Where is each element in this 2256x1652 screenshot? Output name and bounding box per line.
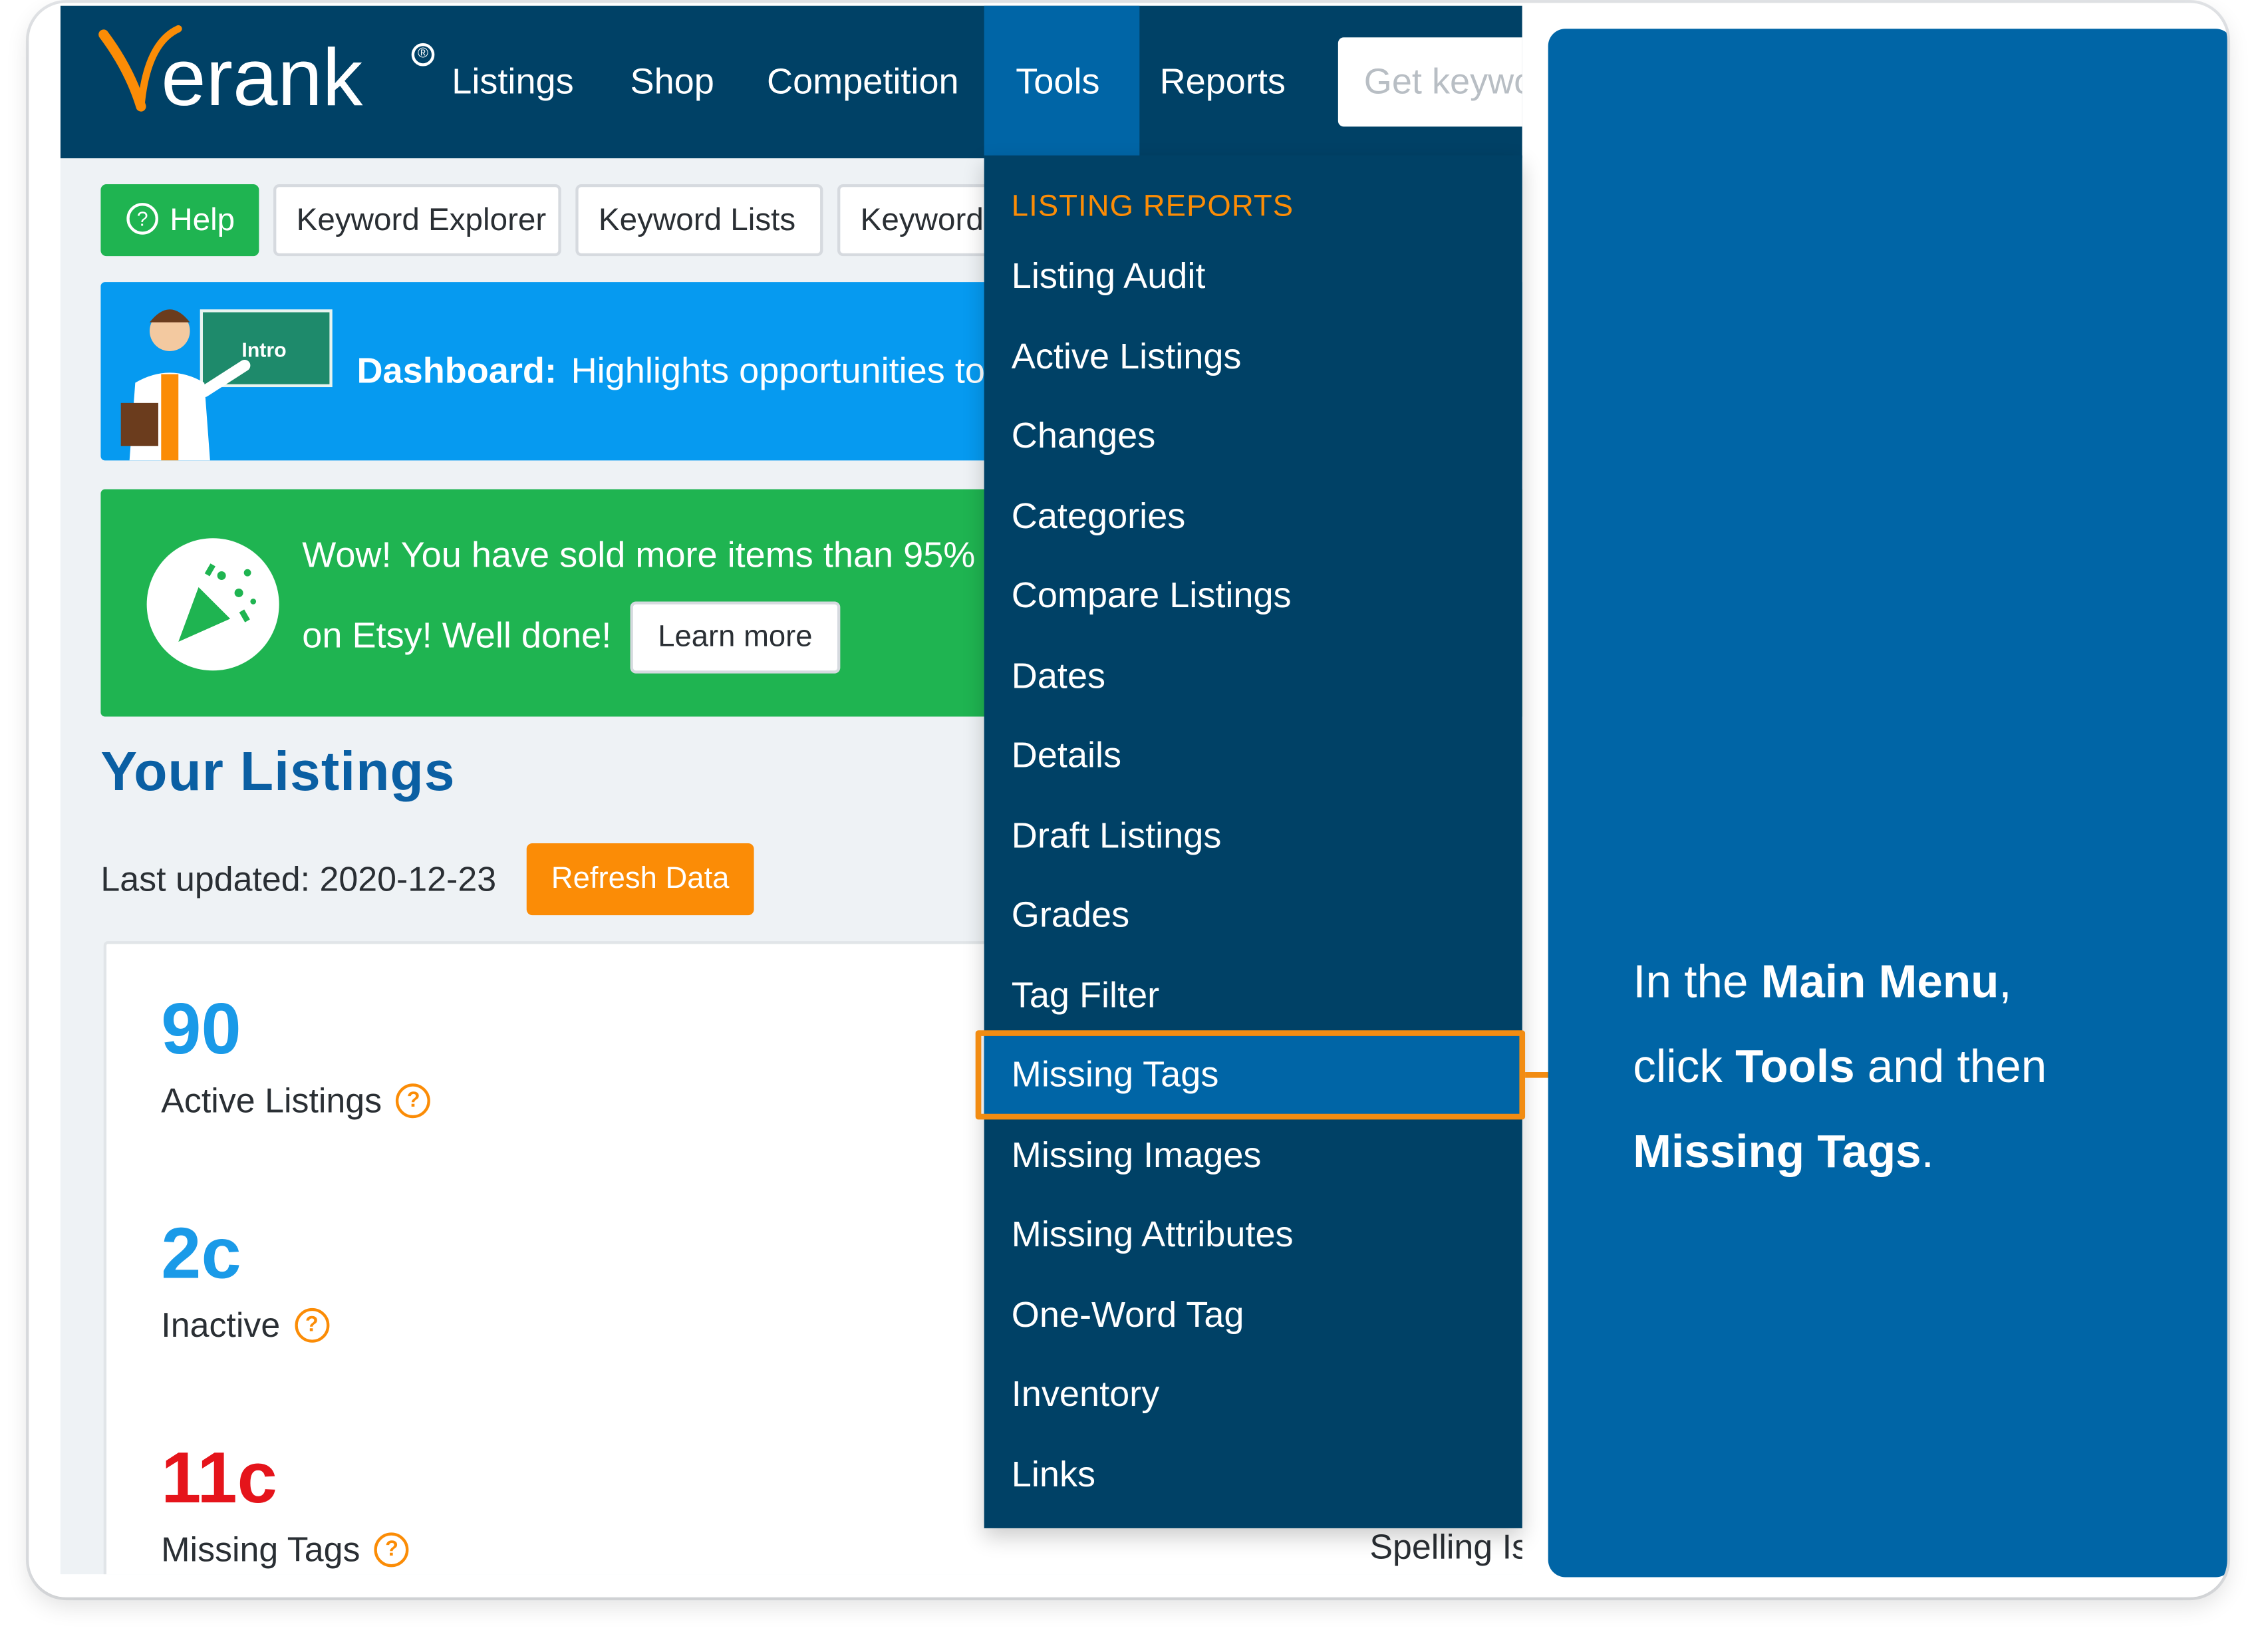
question-icon[interactable]: ? (374, 1532, 409, 1567)
help-button[interactable]: ? Help (100, 184, 259, 257)
keyword-explorer-button[interactable]: Keyword Explorer (273, 184, 561, 257)
menu-item-inventory[interactable]: Inventory (1012, 1374, 1159, 1416)
instruction-callout: In the Main Menu, click Tools and then M… (1548, 29, 2227, 1578)
nav-shop[interactable]: Shop (599, 6, 746, 158)
last-updated-text: Last updated: 2020-12-23 (100, 860, 497, 900)
stat-inactive-label: Inactive? (161, 1307, 329, 1347)
menu-item-categories[interactable]: Categories (1012, 496, 1186, 538)
your-listings-heading: Your Listings (100, 742, 456, 803)
spelling-issues-label: Spelling Is (1369, 1528, 1522, 1568)
keyword-search-input[interactable]: Get keywo (1338, 37, 1522, 127)
window-frame: erank ® Listings Shop Competition Tools … (29, 3, 2227, 1597)
stat-missing-tags-value: 11c (161, 1437, 277, 1518)
stat-missing-tags-label: Missing Tags? (161, 1531, 409, 1572)
stat-missing-tags-label-text: Missing Tags (161, 1531, 360, 1570)
menu-item-details[interactable]: Details (1012, 736, 1121, 777)
menu-item-missing-attributes[interactable]: Missing Attributes (1012, 1214, 1294, 1256)
learn-more-button[interactable]: Learn more (630, 601, 841, 674)
callout-line-1: In the Main Menu, (1633, 952, 2011, 1010)
congrats-text-line2: on Etsy! Well done! (302, 616, 612, 656)
callout-line-2: click Tools and then (1633, 1037, 2046, 1095)
menu-item-tag-filter[interactable]: Tag Filter (1012, 976, 1159, 1018)
listing-reports-header: LISTING REPORTS (1011, 190, 1294, 223)
help-label: Help (170, 201, 235, 238)
nav-listings[interactable]: Listings (420, 6, 606, 158)
menu-item-changes[interactable]: Changes (1012, 416, 1155, 458)
menu-item-compare-listings[interactable]: Compare Listings (1012, 576, 1292, 618)
stat-inactive-value: 2c (161, 1213, 241, 1294)
dashboard-title: Dashboard: (356, 350, 557, 392)
callout-bold-text: Main Menu (1761, 955, 1999, 1008)
menu-item-active-listings[interactable]: Active Listings (1012, 337, 1242, 378)
missing-tags-highlight-box (975, 1030, 1526, 1120)
logo-wordmark: erank (161, 31, 363, 122)
menu-item-dates[interactable]: Dates (1012, 656, 1105, 698)
keyword-lists-button[interactable]: Keyword Lists (575, 184, 823, 257)
callout-text: , (1999, 955, 2012, 1008)
callout-line-3: Missing Tags. (1633, 1123, 1934, 1180)
nav-reports[interactable]: Reports (1128, 6, 1318, 158)
menu-item-links[interactable]: Links (1012, 1455, 1095, 1497)
stat-inactive-label-text: Inactive (161, 1306, 281, 1346)
menu-item-listing-audit[interactable]: Listing Audit (1012, 256, 1206, 298)
nav-competition[interactable]: Competition (735, 6, 990, 158)
menu-item-draft-listings[interactable]: Draft Listings (1012, 816, 1222, 858)
dashboard-banner-text: Dashboard: Highlights opportunities to (356, 282, 984, 460)
main-navbar: erank ® Listings Shop Competition Tools … (60, 5, 1522, 159)
help-circle-icon: ? (126, 203, 158, 235)
erank-logo[interactable]: erank ® (98, 15, 435, 130)
party-popper-icon (146, 538, 279, 671)
callout-bold-text: Tools (1735, 1040, 1855, 1093)
callout-text: click (1633, 1040, 1736, 1093)
stat-active-label: Active Listings? (161, 1082, 431, 1123)
callout-text: and then (1854, 1040, 2047, 1093)
teacher-illustration: Intro (120, 309, 333, 461)
question-icon[interactable]: ? (396, 1083, 431, 1118)
menu-item-one-word-tag[interactable]: One-Word Tag (1012, 1295, 1244, 1337)
callout-text: . (1921, 1125, 1934, 1177)
intro-board-text: Intro (241, 340, 286, 362)
menu-item-missing-images[interactable]: Missing Images (1012, 1135, 1262, 1177)
refresh-data-button[interactable]: Refresh Data (526, 843, 754, 916)
menu-item-grades[interactable]: Grades (1012, 895, 1129, 937)
dashboard-description: Highlights opportunities to (571, 350, 985, 392)
stat-active-value: 90 (161, 988, 241, 1069)
tools-dropdown-menu: LISTING REPORTS Listing Audit Active Lis… (984, 155, 1522, 1528)
question-icon[interactable]: ? (294, 1308, 329, 1343)
stat-active-label-text: Active Listings (161, 1082, 382, 1121)
callout-text: In the (1633, 955, 1761, 1008)
congrats-text-line1: Wow! You have sold more items than 95% o (302, 535, 1006, 576)
nav-tools[interactable]: Tools (984, 5, 1140, 159)
callout-bold-text: Missing Tags (1633, 1125, 1921, 1177)
